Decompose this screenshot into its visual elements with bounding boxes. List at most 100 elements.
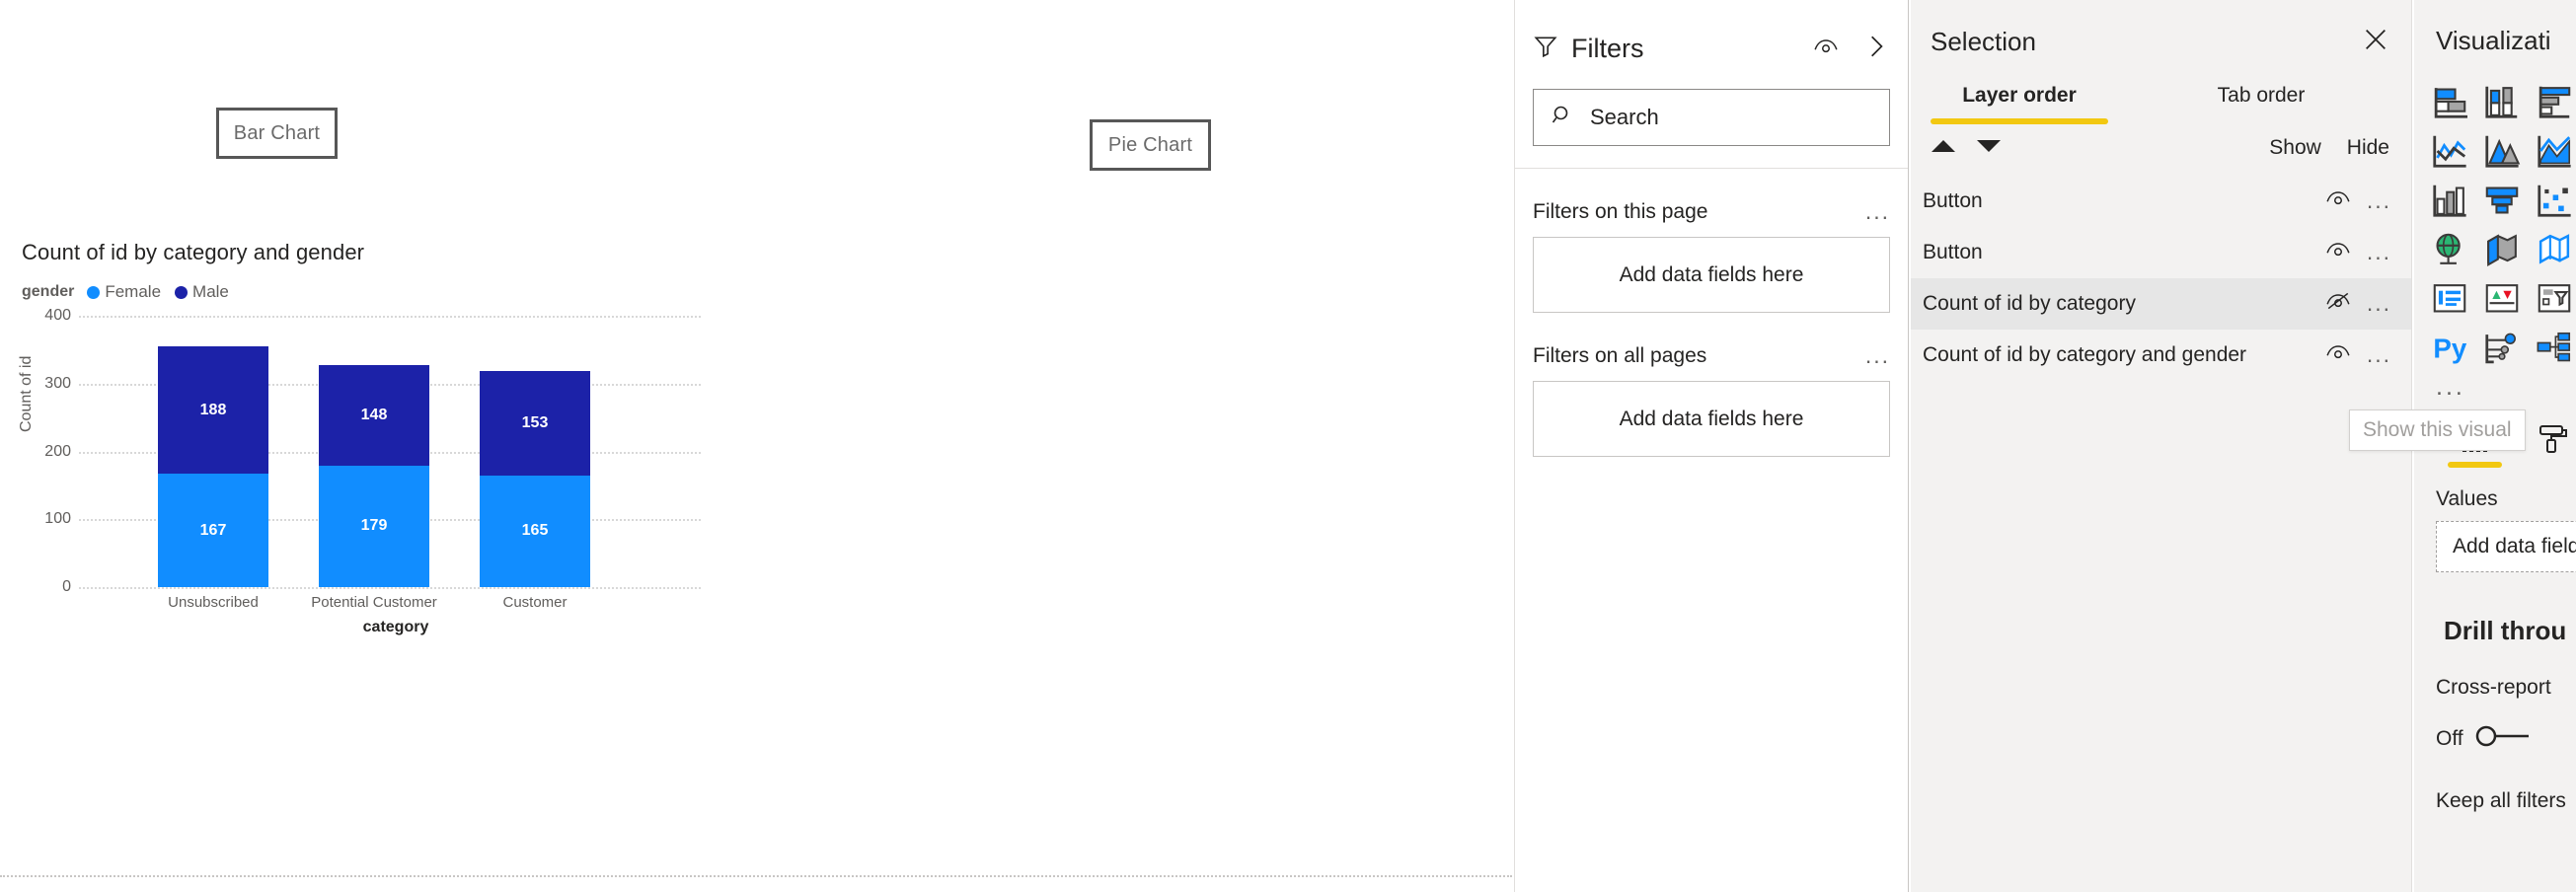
selection-toolbar: Show Hide xyxy=(1911,124,2411,166)
selection-list-item-menu-button[interactable]: ... xyxy=(2367,189,2391,212)
y-axis-tick: 100 xyxy=(44,510,71,528)
legend-label-female: Female xyxy=(105,282,162,301)
selection-list-item-menu-button[interactable]: ... xyxy=(2367,343,2391,366)
format-tab-underline-placeholder xyxy=(2524,462,2576,468)
filters-header: Filters xyxy=(1515,0,1908,75)
legend-label-male: Male xyxy=(192,282,229,301)
cross-report-toggle-state: Off xyxy=(2436,726,2463,750)
y-axis-tick: 400 xyxy=(44,307,71,324)
funnel-chart-icon[interactable] xyxy=(2480,181,2524,220)
line-and-column-chart-icon[interactable] xyxy=(2428,181,2471,220)
eye-icon[interactable] xyxy=(2325,342,2351,368)
x-axis-label: category xyxy=(362,619,429,635)
filters-on-all-pages-title: Filters on all pages xyxy=(1533,344,1707,367)
format-tab[interactable] xyxy=(2524,420,2576,468)
selection-list-item[interactable]: Count of id by category and gender... xyxy=(1911,330,2411,381)
selection-list-item-menu-button[interactable]: ... xyxy=(2367,292,2391,315)
eye-icon[interactable] xyxy=(1813,37,1839,61)
values-dropzone[interactable]: Add data field xyxy=(2436,521,2576,572)
filters-on-all-pages-dropzone[interactable]: Add data fields here xyxy=(1533,381,1890,457)
gridline xyxy=(79,587,701,589)
plot-region: 0 100 200 300 400 188 167 148 179 153 165 xyxy=(44,307,713,595)
svg-text:Py: Py xyxy=(2433,334,2466,364)
stacked-column-chart-visual[interactable]: Count of id by category and gender gende… xyxy=(18,240,713,664)
visualizations-title: Visualizati xyxy=(2436,26,2551,55)
chevron-right-icon[interactable] xyxy=(1866,34,1886,64)
stacked-column-chart-icon[interactable] xyxy=(2480,82,2524,121)
selection-list-item-label: Button xyxy=(1923,241,1983,263)
bar-segment[interactable]: 165 xyxy=(480,475,590,587)
cross-report-toggle-row[interactable]: Off xyxy=(2414,723,2576,754)
toggle-switch[interactable] xyxy=(2473,723,2542,754)
table-icon[interactable] xyxy=(2428,279,2471,319)
bar-segment[interactable]: 167 xyxy=(158,474,268,587)
filters-on-this-page-header: Filters on this page ... xyxy=(1533,200,1890,224)
bar-segment[interactable]: 188 xyxy=(158,345,268,475)
close-icon[interactable] xyxy=(2362,26,2389,58)
eye-off-icon[interactable] xyxy=(2325,291,2351,317)
search-icon xyxy=(1551,104,1574,132)
bar-chart-nav-button-label: Bar Chart xyxy=(233,121,321,144)
python-visual-icon[interactable]: Py xyxy=(2428,329,2471,368)
triangle-up-icon[interactable] xyxy=(1931,137,1956,160)
search-input[interactable] xyxy=(1588,104,1889,131)
shape-map-icon[interactable] xyxy=(2533,230,2576,269)
tab-tab-order[interactable]: Tab order xyxy=(2172,84,2350,118)
slicer-icon[interactable] xyxy=(2533,279,2576,319)
filters-on-this-page-dropzone-label: Add data fields here xyxy=(1619,262,1804,286)
legend-item-female[interactable]: Female xyxy=(87,282,161,302)
bar-column[interactable]: 153 165 xyxy=(480,371,590,587)
pie-chart-nav-button[interactable]: Pie Chart xyxy=(1090,119,1211,171)
eye-icon[interactable] xyxy=(2325,188,2351,214)
kpi-icon[interactable] xyxy=(2480,279,2524,319)
filters-on-this-page-section: Filters on this page ... Add data fields… xyxy=(1515,200,1908,313)
bar-column[interactable]: 148 179 xyxy=(319,365,429,587)
globe-map-icon[interactable] xyxy=(2428,230,2471,269)
filters-on-this-page-title: Filters on this page xyxy=(1533,200,1708,223)
hierarchy-icon[interactable] xyxy=(2533,329,2576,368)
selection-list-item[interactable]: Button... xyxy=(1911,176,2411,227)
legend-item-male[interactable]: Male xyxy=(175,282,229,302)
filters-on-all-pages-dropzone-label: Add data fields here xyxy=(1619,407,1804,430)
y-axis-tick: 0 xyxy=(62,578,71,595)
chart-legend: gender Female Male xyxy=(22,282,713,302)
filters-on-all-pages-header: Filters on all pages ... xyxy=(1533,344,1890,368)
search-box[interactable] xyxy=(1533,89,1890,146)
eye-icon[interactable] xyxy=(2325,240,2351,265)
bar-segment[interactable]: 153 xyxy=(480,371,590,476)
bar-segment[interactable]: 179 xyxy=(319,465,429,587)
scatter-chart-icon[interactable] xyxy=(2533,181,2576,220)
clustered-bar-chart-icon[interactable] xyxy=(2533,82,2576,121)
show-hide-group: Show Hide xyxy=(2269,136,2389,160)
report-canvas[interactable]: Bar Chart Pie Chart Count of id by categ… xyxy=(0,0,1512,877)
filters-title: Filters xyxy=(1571,33,1644,63)
show-button[interactable]: Show xyxy=(2269,136,2321,160)
bar-column[interactable]: 188 167 xyxy=(158,345,268,587)
selection-list-item[interactable]: Count of id by category... xyxy=(1911,278,2411,330)
filters-on-this-page-dropzone[interactable]: Add data fields here xyxy=(1533,237,1890,313)
tab-layer-order[interactable]: Layer order xyxy=(1931,84,2108,124)
values-dropzone-label: Add data field xyxy=(2453,535,2576,558)
stacked-bar-chart-icon[interactable] xyxy=(2428,82,2471,121)
bar-chart-nav-button[interactable]: Bar Chart xyxy=(216,108,338,159)
filters-on-this-page-menu-button[interactable]: ... xyxy=(1865,200,1890,223)
triangle-down-icon[interactable] xyxy=(1976,137,2002,160)
bar-segment[interactable]: 148 xyxy=(319,365,429,466)
selection-list-item-menu-button[interactable]: ... xyxy=(2367,241,2391,263)
funnel-icon xyxy=(1533,34,1558,64)
decomposition-tree-icon[interactable] xyxy=(2480,329,2524,368)
selection-list-item[interactable]: Button... xyxy=(1911,227,2411,278)
filters-on-all-pages-section: Filters on all pages ... Add data fields… xyxy=(1515,344,1908,457)
area-chart-icon[interactable] xyxy=(2480,131,2524,171)
stacked-area-chart-icon[interactable] xyxy=(2533,131,2576,171)
filters-on-all-pages-menu-button[interactable]: ... xyxy=(1865,344,1890,367)
hide-button[interactable]: Hide xyxy=(2347,136,2389,160)
filled-map-icon[interactable] xyxy=(2480,230,2524,269)
visualizations-more-button[interactable]: ... xyxy=(2414,375,2576,400)
line-chart-icon[interactable] xyxy=(2428,131,2471,171)
selection-header: Selection xyxy=(1911,0,2411,58)
chart-title: Count of id by category and gender xyxy=(22,240,365,264)
drill-through-title: Drill throu xyxy=(2444,616,2567,645)
tooltip: Show this visual xyxy=(2349,409,2526,451)
filters-divider xyxy=(1515,168,1908,169)
